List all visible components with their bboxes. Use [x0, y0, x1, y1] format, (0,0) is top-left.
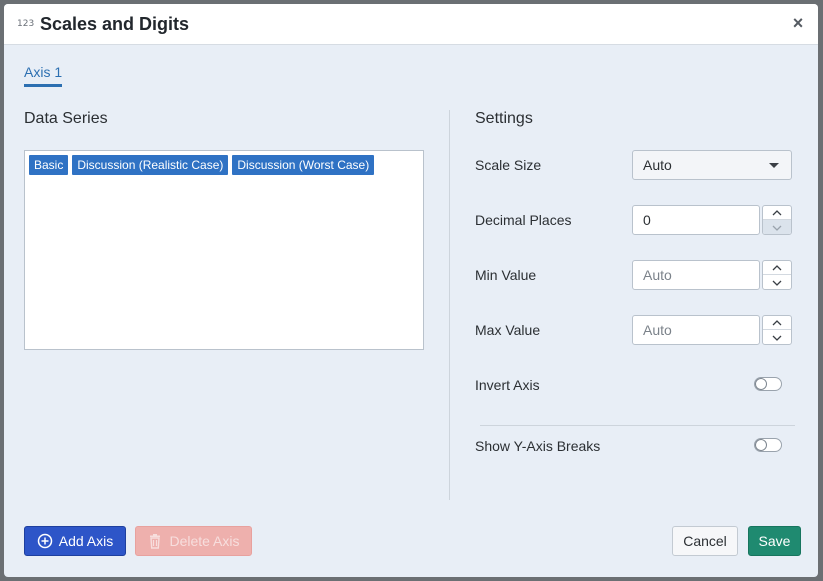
- chevron-up-icon[interactable]: [763, 261, 791, 275]
- max-value-label: Max Value: [475, 322, 541, 338]
- dialog-titlebar: 123 Scales and Digits ×: [4, 4, 818, 45]
- close-icon[interactable]: ×: [788, 13, 808, 33]
- add-axis-label: Add Axis: [58, 533, 114, 549]
- invert-axis-label: Invert Axis: [475, 377, 540, 393]
- column-divider: [449, 110, 450, 500]
- delete-axis-button[interactable]: Delete Axis: [135, 526, 252, 556]
- max-value-stepper: [762, 315, 792, 345]
- save-button[interactable]: Save: [748, 526, 801, 556]
- series-chip[interactable]: Basic: [29, 155, 69, 175]
- toggle-knob: [755, 378, 767, 390]
- min-value-label: Min Value: [475, 267, 537, 283]
- min-value-input[interactable]: [632, 260, 760, 290]
- decimal-places-stepper: [762, 205, 792, 235]
- scales-dialog: 123 Scales and Digits × Axis 1 Data Seri…: [4, 4, 818, 577]
- chevron-up-icon[interactable]: [763, 316, 791, 330]
- numbers-icon: 123: [17, 19, 35, 29]
- settings-heading: Settings: [475, 110, 533, 127]
- data-series-heading: Data Series: [24, 110, 108, 127]
- chevron-down-icon[interactable]: [763, 275, 791, 289]
- decimal-places-input[interactable]: [632, 205, 760, 235]
- chevron-down-icon[interactable]: [763, 330, 791, 344]
- chevron-up-icon[interactable]: [763, 206, 791, 220]
- max-value-input[interactable]: [632, 315, 760, 345]
- delete-axis-label: Delete Axis: [169, 533, 240, 549]
- series-chip[interactable]: Discussion (Worst Case): [232, 155, 375, 175]
- min-value-stepper: [762, 260, 792, 290]
- data-series-list[interactable]: Basic Discussion (Realistic Case) Discus…: [24, 150, 424, 350]
- series-chip[interactable]: Discussion (Realistic Case): [72, 155, 229, 175]
- cancel-button[interactable]: Cancel: [672, 526, 738, 556]
- scale-size-select[interactable]: Auto: [632, 150, 792, 180]
- scale-size-label: Scale Size: [475, 157, 542, 173]
- add-axis-button[interactable]: Add Axis: [24, 526, 126, 556]
- show-breaks-label: Show Y-Axis Breaks: [475, 438, 601, 454]
- caret-down-icon: [769, 163, 779, 168]
- chevron-down-icon[interactable]: [763, 220, 791, 234]
- invert-axis-toggle[interactable]: [754, 377, 782, 391]
- tab-axis-1[interactable]: Axis 1: [24, 64, 62, 80]
- settings-divider: [480, 425, 795, 426]
- decimal-places-label: Decimal Places: [475, 212, 572, 228]
- dialog-title: Scales and Digits: [40, 14, 190, 34]
- show-breaks-toggle[interactable]: [754, 438, 782, 452]
- scale-size-value: Auto: [643, 157, 672, 173]
- toggle-knob: [755, 439, 767, 451]
- trash-icon: [147, 533, 163, 549]
- active-tab-indicator: [24, 84, 62, 87]
- plus-circle-icon: [37, 533, 53, 549]
